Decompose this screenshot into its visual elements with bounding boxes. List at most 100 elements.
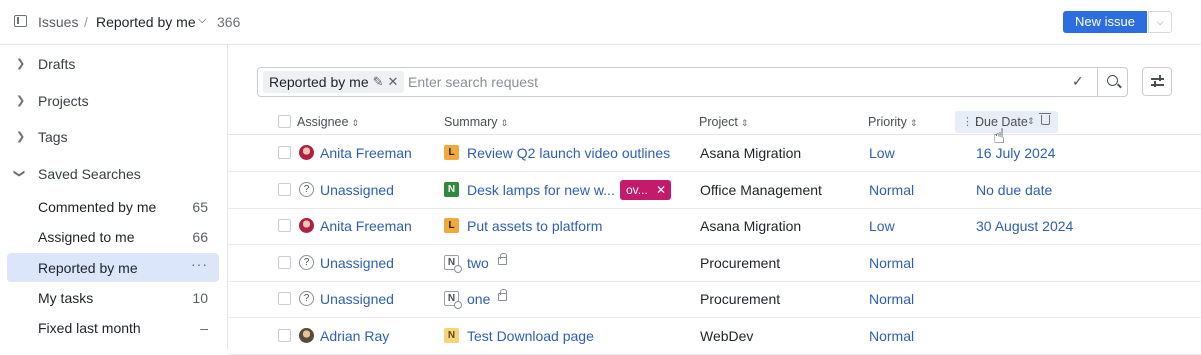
priority-cell[interactable]: Normal xyxy=(869,255,914,271)
pencil-icon[interactable]: ✎ xyxy=(373,71,384,93)
column-priority[interactable]: Priority ⇕ xyxy=(868,115,917,129)
column-due-date[interactable]: ⋮⋮ Due Date ⇕ xyxy=(955,111,1058,133)
more-options-icon[interactable]: ··· xyxy=(191,256,208,272)
table-row[interactable]: ? Unassigned N two Procurement Normal xyxy=(228,245,1201,282)
sidebar: ❯ Drafts ❯ Projects ❯ Tags ❯ Saved Searc… xyxy=(0,45,228,350)
summary-link[interactable]: two xyxy=(467,255,489,271)
sort-icon: ⇕ xyxy=(500,118,509,128)
row-checkbox[interactable] xyxy=(278,329,291,342)
summary-link[interactable]: Desk lamps for new w... xyxy=(467,182,615,198)
avatar xyxy=(299,218,314,233)
check-query-icon[interactable]: ✓ xyxy=(1072,73,1084,90)
table-row[interactable]: Anita Freeman L Put assets to platform A… xyxy=(228,208,1201,245)
search-button[interactable] xyxy=(1098,68,1128,96)
search-icon xyxy=(1107,75,1118,86)
tag-badge[interactable]: ov... ✕ xyxy=(620,180,671,200)
row-checkbox[interactable] xyxy=(278,146,291,159)
row-checkbox[interactable] xyxy=(278,183,291,196)
project-cell: Procurement xyxy=(700,291,781,307)
saved-search-count: 66 xyxy=(192,229,208,245)
summary-link[interactable]: one xyxy=(467,291,490,307)
sidebar-section-label: Projects xyxy=(38,93,89,109)
due-date-cell[interactable]: No due date xyxy=(976,182,1052,198)
chevron-down-icon[interactable]: ⌵ xyxy=(198,14,206,27)
row-checkbox[interactable] xyxy=(278,292,291,305)
saved-search-commented-by-me[interactable]: Commented by me 65 xyxy=(7,192,219,221)
due-date-cell[interactable]: 30 August 2024 xyxy=(976,218,1073,234)
table-row[interactable]: ? Unassigned N Desk lamps for new w... o… xyxy=(228,172,1201,209)
project-status-icon xyxy=(454,265,462,273)
project-badge: N xyxy=(444,182,459,197)
project-cell: Office Management xyxy=(700,182,822,198)
table-row[interactable]: Anita Freeman L Review Q2 launch video o… xyxy=(228,135,1201,172)
tag-label: ov... xyxy=(626,183,648,197)
select-all-checkbox[interactable] xyxy=(278,115,291,128)
search-chip[interactable]: Reported by me ✎ ✕ xyxy=(263,71,405,93)
assignee-link[interactable]: Anita Freeman xyxy=(320,145,412,161)
saved-search-label: Commented by me xyxy=(38,199,157,215)
column-project[interactable]: Project ⇕ xyxy=(699,115,748,129)
sidebar-toggle-icon[interactable] xyxy=(14,15,27,27)
trash-icon[interactable] xyxy=(1039,113,1051,125)
summary-link[interactable]: Review Q2 launch video outlines xyxy=(467,145,670,161)
sidebar-section-drafts[interactable]: ❯ Drafts xyxy=(0,54,228,78)
priority-cell[interactable]: Normal xyxy=(869,291,914,307)
saved-search-count: 10 xyxy=(192,290,208,306)
unassigned-avatar-icon: ? xyxy=(299,255,314,270)
priority-cell[interactable]: Low xyxy=(869,218,895,234)
close-icon[interactable]: ✕ xyxy=(656,180,666,200)
project-badge: L xyxy=(444,218,459,233)
assignee-link[interactable]: Unassigned xyxy=(320,255,394,271)
priority-cell[interactable]: Normal xyxy=(869,182,914,198)
table-row[interactable]: ? Unassigned N one Procurement Normal xyxy=(228,281,1201,318)
assignee-link[interactable]: Anita Freeman xyxy=(320,218,412,234)
saved-search-fixed-last-month[interactable]: Fixed last month – xyxy=(7,313,219,342)
avatar xyxy=(299,328,314,343)
lock-icon xyxy=(498,253,507,265)
row-checkbox[interactable] xyxy=(278,219,291,232)
saved-search-reported-by-me[interactable]: Reported by me ··· xyxy=(7,253,219,282)
issue-count: 366 xyxy=(217,14,241,30)
saved-search-assigned-to-me[interactable]: Assigned to me 66 xyxy=(7,222,219,251)
close-icon[interactable]: ✕ xyxy=(388,71,399,93)
saved-search-label: Assigned to me xyxy=(38,229,135,245)
new-issue-button[interactable]: New issue xyxy=(1063,11,1147,33)
priority-cell[interactable]: Low xyxy=(869,145,895,161)
avatar xyxy=(299,145,314,160)
breadcrumb-issues[interactable]: Issues xyxy=(38,14,78,30)
table-header: Assignee ⇕ Summary ⇕ Project ⇕ Priority ⇕ ⋮⋮… xyxy=(228,111,1201,135)
saved-search-my-tasks[interactable]: My tasks 10 xyxy=(7,283,219,312)
column-assignee[interactable]: Assignee ⇕ xyxy=(297,115,359,129)
saved-search-label: My tasks xyxy=(38,290,94,306)
sidebar-section-saved-searches[interactable]: ❯ Saved Searches xyxy=(0,164,228,188)
saved-search-count: 65 xyxy=(192,199,208,215)
sidebar-section-tags[interactable]: ❯ Tags xyxy=(0,127,228,151)
sort-icon[interactable]: ⇕ xyxy=(1027,116,1035,127)
current-view-title[interactable]: Reported by me xyxy=(96,14,196,30)
sort-icon: ⇕ xyxy=(909,118,918,128)
project-cell: WebDev xyxy=(700,328,754,344)
sidebar-section-projects[interactable]: ❯ Projects xyxy=(0,91,228,115)
sidebar-section-label: Saved Searches xyxy=(38,166,141,182)
summary-link[interactable]: Test Download page xyxy=(467,328,594,344)
row-checkbox[interactable] xyxy=(278,256,291,269)
table-row[interactable]: Adrian Ray N Test Download page WebDev N… xyxy=(228,318,1201,355)
filter-settings-button[interactable] xyxy=(1142,67,1172,96)
chevron-right-icon: ❯ xyxy=(16,58,26,70)
sort-icon: ⇕ xyxy=(351,118,359,128)
assignee-link[interactable]: Unassigned xyxy=(320,182,394,198)
search-input[interactable] xyxy=(408,72,1058,92)
search-chip-label: Reported by me xyxy=(269,74,369,90)
unassigned-avatar-icon: ? xyxy=(299,182,314,197)
lock-icon xyxy=(498,289,507,301)
assignee-link[interactable]: Unassigned xyxy=(320,291,394,307)
project-badge: N xyxy=(444,328,459,343)
sidebar-section-label: Tags xyxy=(38,129,68,145)
due-date-cell[interactable]: 16 July 2024 xyxy=(976,145,1055,161)
summary-link[interactable]: Put assets to platform xyxy=(467,218,602,234)
priority-cell[interactable]: Normal xyxy=(869,328,914,344)
assignee-link[interactable]: Adrian Ray xyxy=(320,328,389,344)
column-summary[interactable]: Summary ⇕ xyxy=(444,115,508,129)
new-issue-dropdown-icon[interactable]: ⌵ xyxy=(1148,11,1172,33)
filter-icon xyxy=(1151,78,1164,80)
